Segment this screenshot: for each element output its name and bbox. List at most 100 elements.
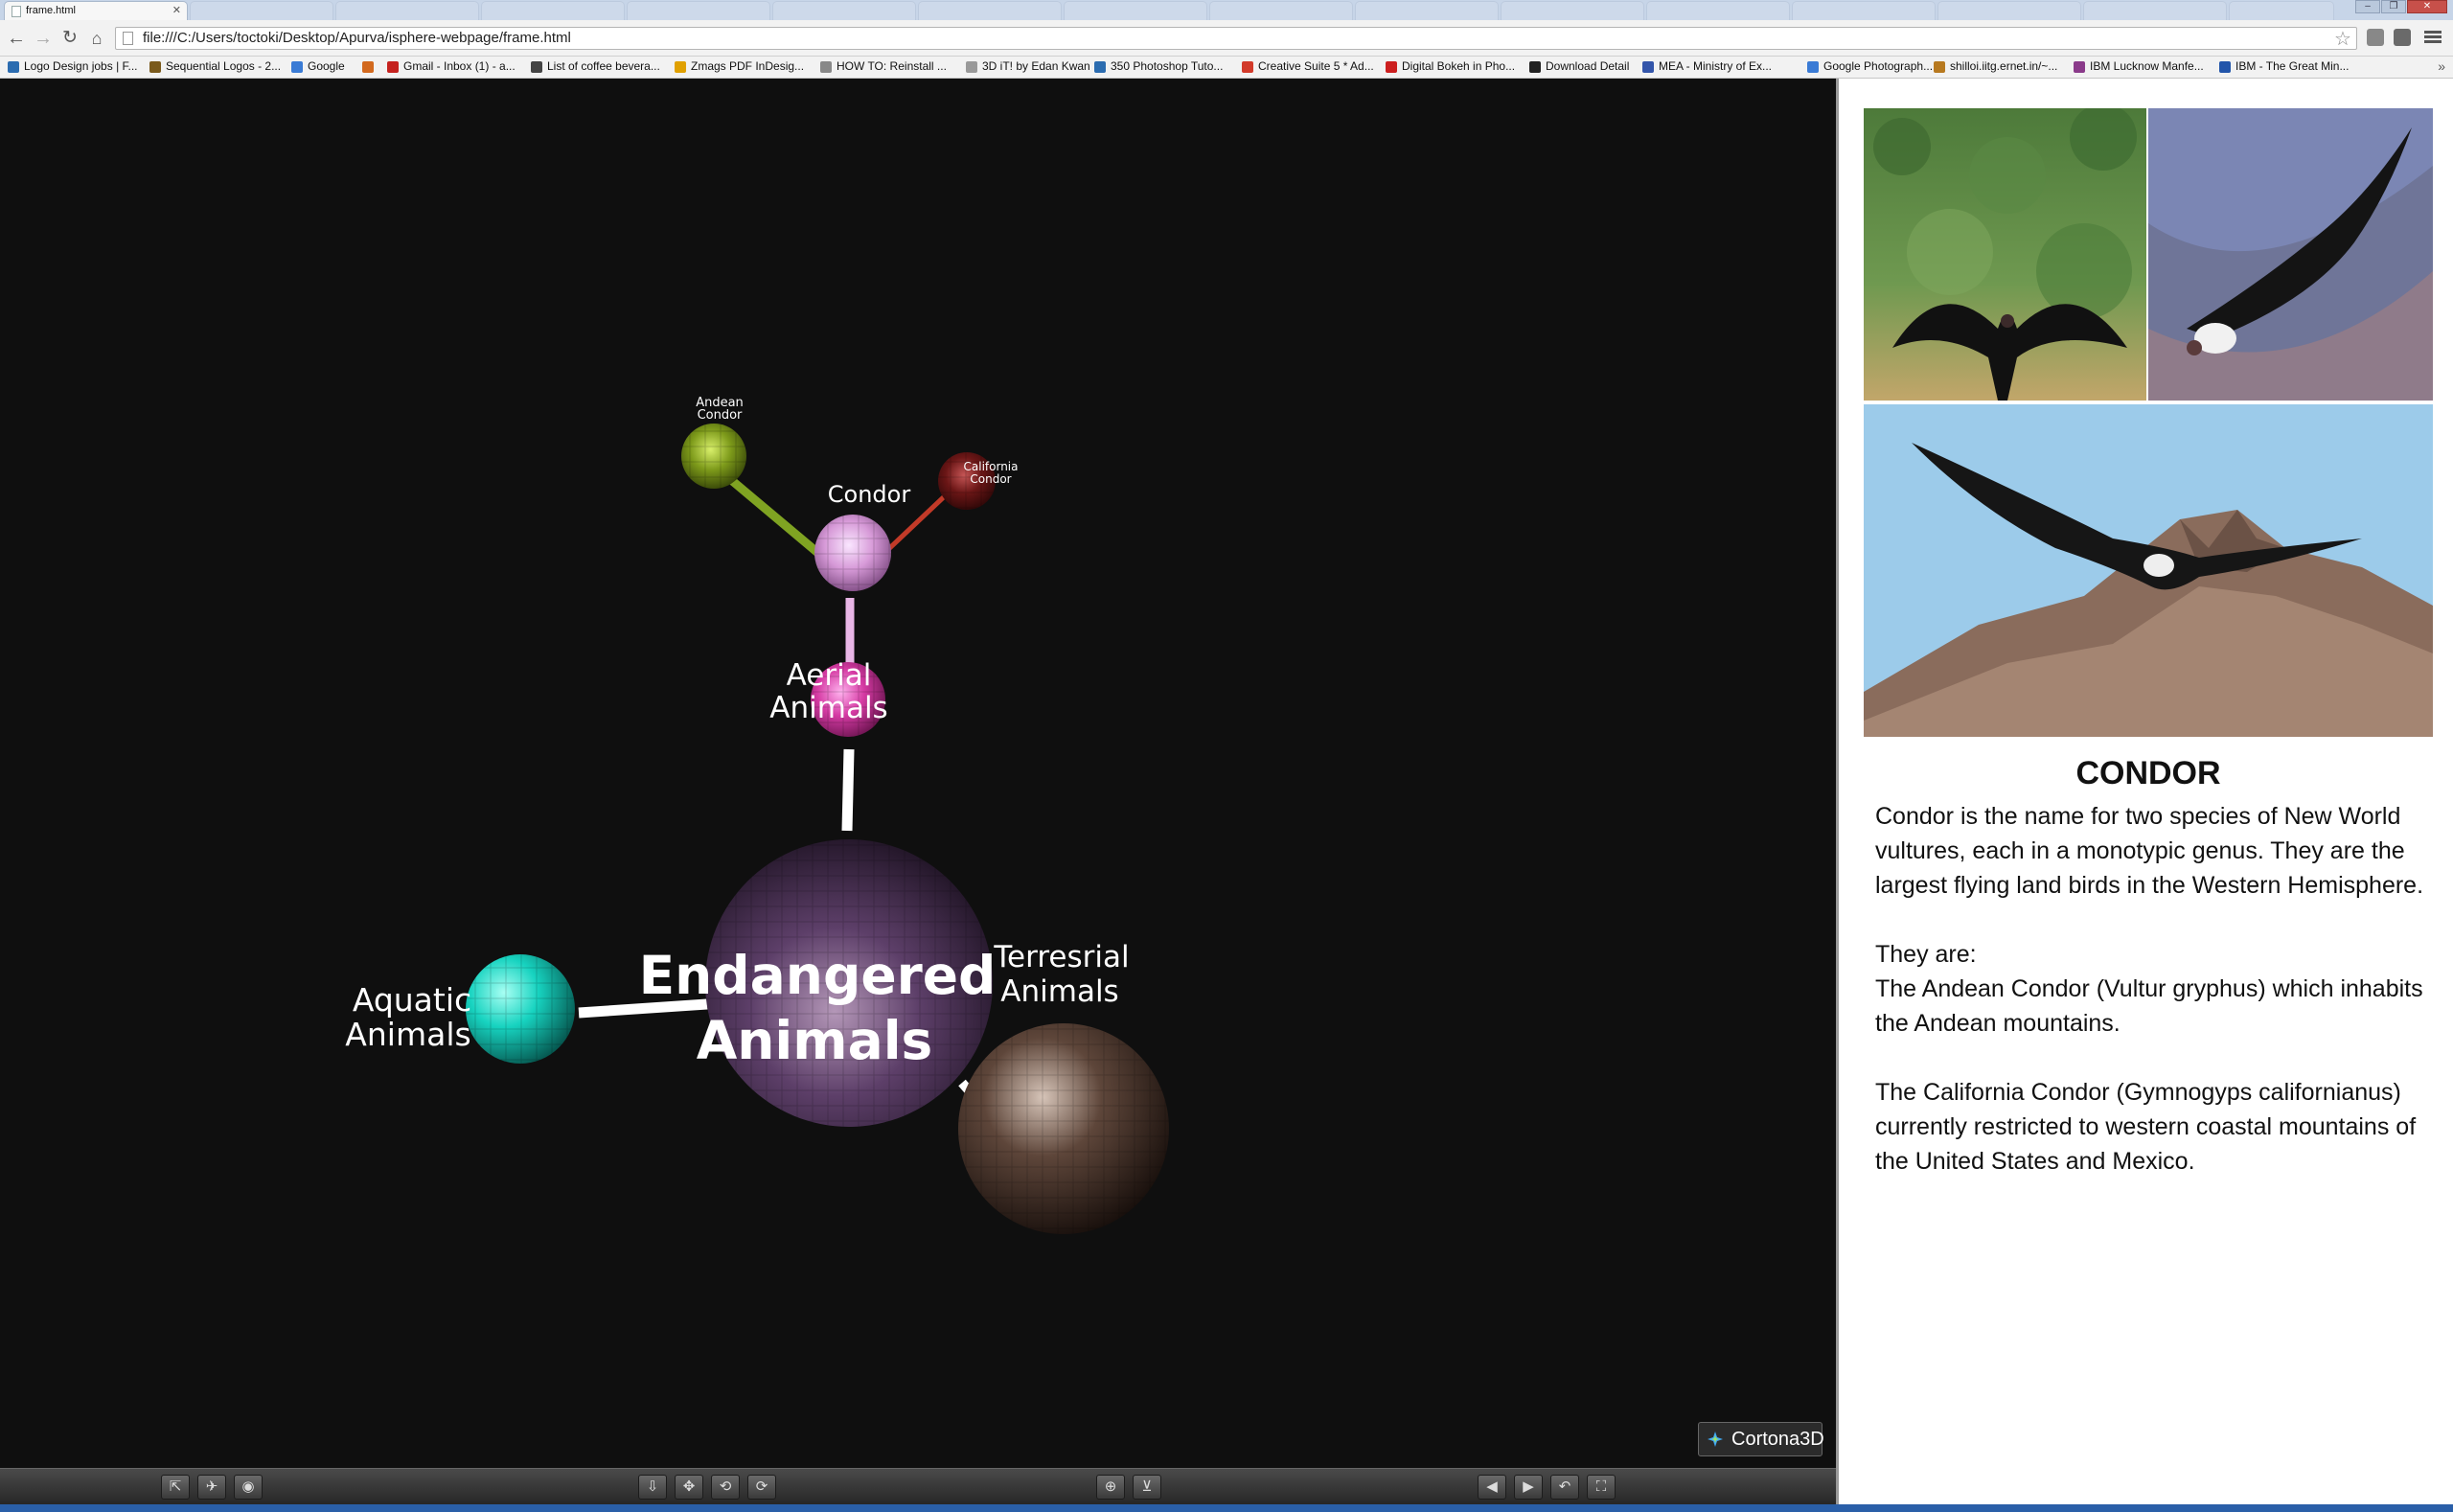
- bookmark-label: HOW TO: Reinstall ...: [837, 59, 947, 73]
- bookmark-label: Google Photograph...: [1823, 59, 1934, 73]
- next-viewpoint-icon[interactable]: ▶: [1514, 1475, 1543, 1500]
- label-california-line2: Condor: [970, 472, 1011, 486]
- label-aerial-line2: Animals: [769, 691, 887, 725]
- restore-icon[interactable]: ↶: [1550, 1475, 1579, 1500]
- bookmark-star-icon[interactable]: ☆: [2334, 27, 2351, 51]
- tab-background-2[interactable]: [335, 1, 479, 20]
- bookmark-label: Digital Bokeh in Pho...: [1402, 59, 1516, 73]
- bookmark-item[interactable]: IBM Lucknow Manfe...: [2074, 59, 2204, 73]
- tab-background-1[interactable]: [190, 1, 333, 20]
- reload-icon[interactable]: ↻: [59, 28, 80, 49]
- rotate-icon[interactable]: ⟲: [711, 1475, 740, 1500]
- bookmark-item[interactable]: Creative Suite 5 * Ad...: [1242, 59, 1374, 73]
- window-controls: – ❐ ✕: [2355, 0, 2447, 13]
- tab-frame-html[interactable]: frame.html ✕: [4, 1, 188, 20]
- label-aquatic-line2: Animals: [345, 1016, 470, 1053]
- link-root-aerial: [841, 748, 855, 832]
- bookmark-item[interactable]: IBM - The Great Min...: [2219, 59, 2349, 73]
- bookmark-label: 3D iT! by Edan Kwan: [982, 59, 1090, 73]
- extension-icon[interactable]: [2367, 29, 2384, 46]
- bookmark-label: Download Detail: [1546, 59, 1630, 73]
- close-tab-icon[interactable]: ✕: [172, 4, 181, 16]
- node-condor[interactable]: [814, 515, 891, 591]
- node-terrestrial-animals[interactable]: [958, 1023, 1169, 1234]
- condor-photo-gliding: [2148, 108, 2433, 401]
- bookmark-label: Google: [308, 59, 345, 73]
- bookmark-favicon-icon: [362, 61, 374, 73]
- tab-background-9[interactable]: [1355, 1, 1499, 20]
- node-aquatic-animals[interactable]: [466, 954, 575, 1064]
- info-they-are: They are:: [1875, 941, 1977, 968]
- prev-viewpoint-icon[interactable]: ◀: [1478, 1475, 1506, 1500]
- cortona3d-logo[interactable]: Cortona3D: [1698, 1422, 1824, 1456]
- bookmark-favicon-icon: [2219, 61, 2231, 73]
- bookmark-item[interactable]: List of coffee bevera...: [531, 59, 660, 73]
- bookmark-favicon-icon: [820, 61, 832, 73]
- bookmark-favicon-icon: [387, 61, 399, 73]
- info-description: Condor is the name for two species of Ne…: [1875, 799, 2436, 1213]
- bookmark-item[interactable]: HOW TO: Reinstall ...: [820, 59, 947, 73]
- bookmark-favicon-icon: [1242, 61, 1253, 73]
- bookmark-item[interactable]: 350 Photoshop Tuto...: [1094, 59, 1223, 73]
- tab-background-8[interactable]: [1209, 1, 1353, 20]
- node-andean-condor[interactable]: [681, 424, 746, 489]
- bookmark-item[interactable]: Sequential Logos - 2...: [149, 59, 281, 73]
- address-text: file:///C:/Users/toctoki/Desktop/Apurva/…: [143, 30, 571, 46]
- back-icon[interactable]: ←: [6, 28, 27, 49]
- walk-icon[interactable]: ⇱: [161, 1475, 190, 1500]
- tab-background-12[interactable]: [1792, 1, 1936, 20]
- spin-icon[interactable]: ⟳: [747, 1475, 776, 1500]
- bookmark-favicon-icon: [1094, 61, 1106, 73]
- bookmark-item[interactable]: Google Photograph...: [1807, 59, 1933, 73]
- bookmark-item[interactable]: MEA - Ministry of Ex...: [1642, 59, 1772, 73]
- forward-icon[interactable]: →: [33, 28, 54, 49]
- bookmark-item[interactable]: Gmail - Inbox (1) - a...: [387, 59, 516, 73]
- tab-background-15[interactable]: [2229, 1, 2334, 20]
- minimize-icon[interactable]: –: [2355, 0, 2380, 13]
- bookmark-favicon-icon: [8, 61, 19, 73]
- move-icon[interactable]: ⇩: [638, 1475, 667, 1500]
- bookmark-item[interactable]: Logo Design jobs | F...: [8, 59, 138, 73]
- mind-map-graph[interactable]: Andean Condor California Condor Condor A…: [0, 79, 1836, 1468]
- close-window-icon[interactable]: ✕: [2407, 0, 2447, 13]
- pan-icon[interactable]: ✥: [675, 1475, 703, 1500]
- bookmark-item[interactable]: Download Detail: [1529, 59, 1629, 73]
- address-bar[interactable]: file:///C:/Users/toctoki/Desktop/Apurva/…: [115, 27, 2357, 50]
- bookmark-item[interactable]: Zmags PDF InDesig...: [675, 59, 804, 73]
- menu-icon[interactable]: [2424, 29, 2442, 46]
- more-bookmarks-icon[interactable]: »: [2438, 58, 2445, 74]
- label-root-line2: Animals: [697, 1010, 933, 1071]
- tab-background-11[interactable]: [1646, 1, 1790, 20]
- bookmark-favicon-icon: [1386, 61, 1397, 73]
- bookmark-item[interactable]: Digital Bokeh in Pho...: [1386, 59, 1515, 73]
- bookmark-item[interactable]: shilloi.iitg.ernet.in/~...: [1934, 59, 2057, 73]
- tab-background-5[interactable]: [772, 1, 916, 20]
- label-andean-line2: Condor: [698, 408, 743, 423]
- tab-background-7[interactable]: [1064, 1, 1207, 20]
- view-icon[interactable]: ◉: [234, 1475, 263, 1500]
- home-icon[interactable]: ⌂: [86, 28, 107, 49]
- bookmark-label: Creative Suite 5 * Ad...: [1258, 59, 1374, 73]
- restore-window-icon[interactable]: ❐: [2381, 0, 2406, 13]
- align-icon[interactable]: ⊻: [1133, 1475, 1161, 1500]
- fit-icon[interactable]: ⊕: [1096, 1475, 1125, 1500]
- tab-background-3[interactable]: [481, 1, 625, 20]
- bookmark-favicon-icon: [291, 61, 303, 73]
- tab-background-10[interactable]: [1501, 1, 1644, 20]
- cortona3d-viewport[interactable]: Andean Condor California Condor Condor A…: [0, 79, 1836, 1468]
- fullscreen-icon[interactable]: ⛶: [1587, 1475, 1616, 1500]
- tab-background-13[interactable]: [1937, 1, 2081, 20]
- info-panel: CONDOR Condor is the name for two specie…: [1839, 79, 2453, 1504]
- bookmark-item[interactable]: Google: [291, 59, 345, 73]
- bookmarks-bar: Logo Design jobs | F... Sequential Logos …: [0, 57, 2453, 79]
- tab-background-14[interactable]: [2083, 1, 2227, 20]
- bookmark-favicon-icon: [1934, 61, 1945, 73]
- bookmark-item[interactable]: 3D iT! by Edan Kwan: [966, 59, 1090, 73]
- page-icon: [123, 32, 133, 45]
- tab-background-6[interactable]: [918, 1, 1062, 20]
- extension-icon[interactable]: [2394, 29, 2411, 46]
- tab-background-4[interactable]: [627, 1, 770, 20]
- label-aerial-line1: Aerial: [787, 658, 872, 693]
- bookmark-label: MEA - Ministry of Ex...: [1659, 59, 1773, 73]
- fly-icon[interactable]: ✈: [197, 1475, 226, 1500]
